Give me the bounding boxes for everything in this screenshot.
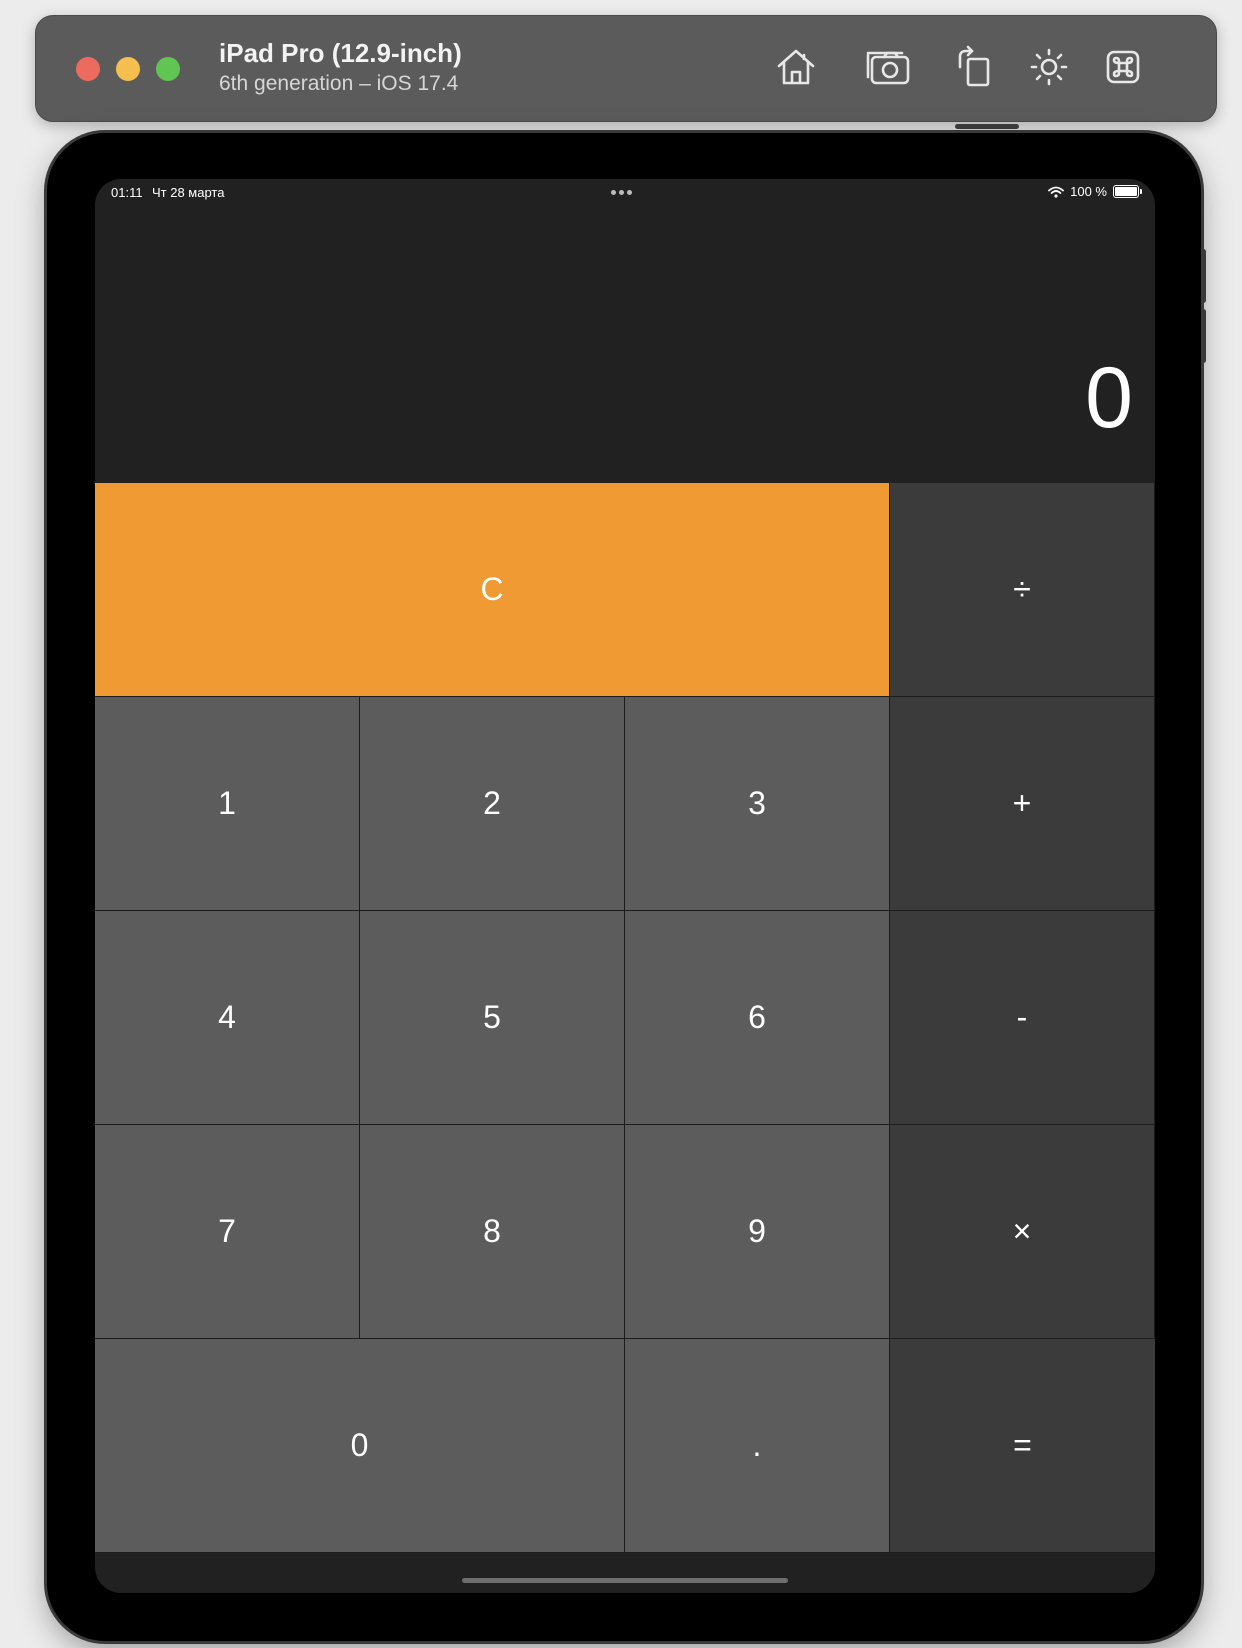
- rotate-icon[interactable]: [949, 42, 999, 92]
- digit-7-button[interactable]: 7: [95, 1125, 360, 1339]
- clear-button[interactable]: C: [95, 483, 890, 697]
- status-time: 01:11: [111, 185, 143, 200]
- minus-button[interactable]: -: [890, 911, 1155, 1125]
- device-subtitle: 6th generation – iOS 17.4: [219, 72, 459, 95]
- plus-button[interactable]: +: [890, 697, 1155, 911]
- status-date: Чт 28 марта: [152, 185, 225, 200]
- battery-percent: 100 %: [1070, 184, 1107, 199]
- multiply-button[interactable]: ×: [890, 1125, 1155, 1339]
- close-window-button[interactable]: [76, 57, 100, 81]
- wifi-icon: [1048, 186, 1065, 198]
- status-bar: 01:11 Чт 28 марта 100 %: [95, 179, 1155, 207]
- battery-icon: [1113, 185, 1142, 198]
- device-name: iPad Pro (12.9-inch): [219, 38, 462, 68]
- equals-button[interactable]: =: [890, 1339, 1155, 1553]
- brightness-icon[interactable]: [1024, 42, 1074, 92]
- digit-0-button[interactable]: 0: [95, 1339, 625, 1553]
- digit-8-button[interactable]: 8: [360, 1125, 625, 1339]
- command-key-icon[interactable]: [1098, 42, 1148, 92]
- digit-2-button[interactable]: 2: [360, 697, 625, 911]
- digit-6-button[interactable]: 6: [625, 911, 890, 1125]
- zoom-window-button[interactable]: [156, 57, 180, 81]
- digit-1-button[interactable]: 1: [95, 697, 360, 911]
- multitasking-dots-icon[interactable]: [611, 190, 635, 196]
- digit-4-button[interactable]: 4: [95, 911, 360, 1125]
- home-indicator[interactable]: [462, 1578, 788, 1583]
- calculator-keypad: C ÷ 1 2 3 + 4 5 6 - 7 8 9 × 0 . =: [95, 483, 1155, 1553]
- decimal-button[interactable]: .: [625, 1339, 890, 1553]
- digit-5-button[interactable]: 5: [360, 911, 625, 1125]
- divide-button[interactable]: ÷: [890, 483, 1155, 697]
- top-button: [955, 124, 1019, 129]
- volume-up-button: [1201, 249, 1206, 303]
- calculator-display: 0: [1085, 350, 1133, 446]
- home-icon[interactable]: [771, 42, 821, 92]
- digit-3-button[interactable]: 3: [625, 697, 890, 911]
- screenshot-camera-icon[interactable]: [864, 42, 914, 92]
- ipad-device-frame: 01:11 Чт 28 марта 100 % 0 C ÷ 1 2 3 + 4 …: [47, 124, 1206, 1641]
- volume-down-button: [1201, 309, 1206, 363]
- simulator-toolbar: iPad Pro (12.9-inch) 6th generation – iO…: [35, 15, 1217, 122]
- digit-9-button[interactable]: 9: [625, 1125, 890, 1339]
- minimize-window-button[interactable]: [116, 57, 140, 81]
- device-screen: 01:11 Чт 28 марта 100 % 0 C ÷ 1 2 3 + 4 …: [95, 179, 1155, 1593]
